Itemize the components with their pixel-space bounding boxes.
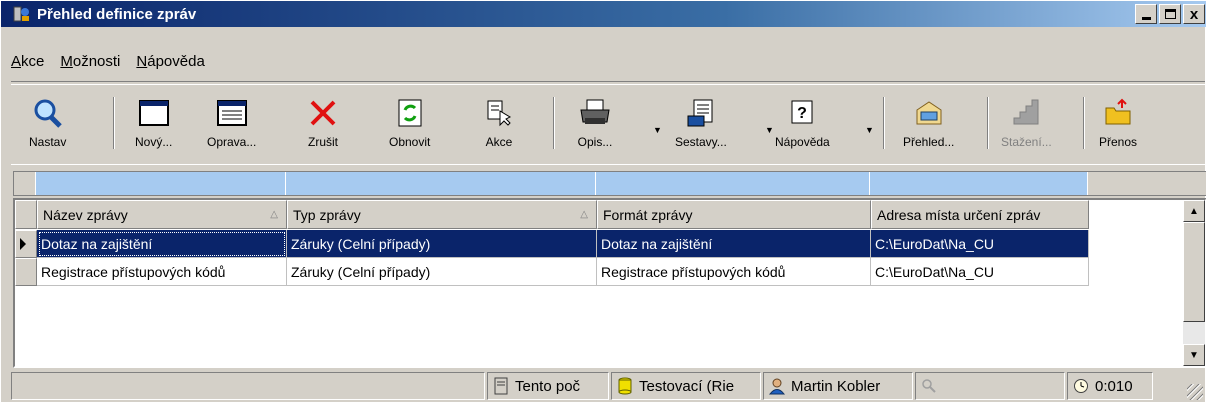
- overview-box-icon: [911, 95, 947, 131]
- clock-icon: [1072, 377, 1090, 395]
- toolbar-separator: [883, 97, 885, 149]
- sort-up-icon: △: [580, 209, 588, 220]
- cell-nazev[interactable]: Registrace přístupových kódů: [37, 258, 287, 286]
- prenos-button[interactable]: Přenos: [1099, 95, 1137, 161]
- magnifier-icon: [30, 95, 66, 131]
- cell-typ[interactable]: Záruky (Celní případy): [287, 230, 597, 258]
- toolbar-separator: [1083, 97, 1085, 149]
- cell-typ[interactable]: Záruky (Celní případy): [287, 258, 597, 286]
- obnovit-button[interactable]: Obnovit: [389, 95, 430, 161]
- minimize-button[interactable]: [1135, 4, 1157, 24]
- user-icon: [768, 377, 786, 395]
- toolbar-separator: [987, 97, 989, 149]
- cell-adresa[interactable]: C:\EuroDat\Na_CU: [871, 230, 1089, 258]
- menu-napoveda[interactable]: Nápověda: [136, 53, 204, 70]
- maximize-button[interactable]: [1159, 4, 1181, 24]
- resize-grip[interactable]: [1187, 384, 1203, 400]
- report-icon: [683, 95, 719, 131]
- maximize-icon: [1164, 9, 1176, 19]
- cell-adresa[interactable]: C:\EuroDat\Na_CU: [871, 258, 1089, 286]
- app-window: Přehled definice zpráv x Akce Možnosti N…: [0, 0, 1206, 403]
- status-bar: Tento poč Testovací (Rie Martin Kobler 0…: [11, 372, 1205, 402]
- search-icon: [920, 377, 938, 395]
- filter-indicator: [14, 172, 36, 195]
- opis-dropdown-icon[interactable]: ▼: [653, 125, 662, 135]
- status-timer: 0:010: [1067, 372, 1153, 400]
- cell-format[interactable]: Dotaz na zajištění: [597, 230, 871, 258]
- delete-x-icon: [305, 95, 341, 131]
- action-cursor-icon: [481, 95, 517, 131]
- header-nazev-zpravy[interactable]: Název zprávy △: [37, 200, 287, 229]
- arrow-down-icon: ▼: [1189, 349, 1199, 361]
- filter-row: [13, 171, 1206, 196]
- header-indicator: [15, 200, 37, 229]
- napoveda-button[interactable]: ? Nápověda: [775, 95, 830, 161]
- napoveda-dropdown-icon[interactable]: ▼: [865, 125, 874, 135]
- novy-button[interactable]: Nový...: [135, 95, 172, 161]
- menu-moznosti[interactable]: Možnosti: [60, 53, 120, 70]
- toolbar-separator: [553, 97, 555, 149]
- table-row[interactable]: Registrace přístupových kódů Záruky (Cel…: [15, 258, 1089, 286]
- transfer-folder-icon: [1100, 95, 1136, 131]
- title-bar[interactable]: Přehled definice zpráv x: [1, 1, 1206, 27]
- app-icon: [13, 5, 31, 23]
- header-typ-zpravy[interactable]: Typ zprávy △: [287, 200, 597, 229]
- menu-bar: Akce Možnosti Nápověda: [1, 49, 221, 73]
- scroll-down-button[interactable]: ▼: [1183, 344, 1205, 366]
- table-header: Název zprávy △ Typ zprávy △ Formát zprávy …: [15, 200, 1089, 229]
- filter-cell-address[interactable]: [870, 172, 1088, 195]
- status-panel-empty: [11, 372, 485, 400]
- status-user: Martin Kobler: [763, 372, 913, 400]
- printer-icon: [577, 95, 613, 131]
- nastav-button[interactable]: Nastav: [29, 95, 66, 161]
- messages-table: Název zprávy △ Typ zprávy △ Formát zprávy …: [13, 198, 1206, 368]
- oprava-button[interactable]: Oprava...: [207, 95, 256, 161]
- database-icon: [616, 377, 634, 395]
- prehled-button[interactable]: Přehled...: [903, 95, 954, 161]
- sestavy-dropdown-icon[interactable]: ▼: [765, 125, 774, 135]
- minimize-icon: [1141, 16, 1151, 20]
- filter-cell-name[interactable]: [36, 172, 286, 195]
- edit-form-icon: [214, 95, 250, 131]
- opis-button[interactable]: Opis...: [577, 95, 613, 161]
- header-format-zpravy[interactable]: Formát zprávy: [597, 200, 871, 229]
- window-title: Přehled definice zpráv: [37, 5, 197, 23]
- cell-nazev[interactable]: Dotaz na zajištění: [37, 230, 287, 258]
- status-search: [915, 372, 1065, 400]
- vertical-scrollbar[interactable]: ▲ ▼: [1183, 200, 1205, 366]
- new-window-icon: [136, 95, 172, 131]
- filter-cell-type[interactable]: [286, 172, 596, 195]
- filter-cell-format[interactable]: [596, 172, 870, 195]
- close-button[interactable]: x: [1183, 4, 1205, 24]
- cell-format[interactable]: Registrace přístupových kódů: [597, 258, 871, 286]
- toolbar: Nastav Nový... Oprava... Zrušit Obnovit …: [11, 81, 1205, 165]
- scroll-thumb[interactable]: [1183, 222, 1205, 322]
- toolbar-separator: [113, 97, 115, 149]
- header-adresa[interactable]: Adresa místa určení zpráv: [871, 200, 1089, 229]
- arrow-up-icon: ▲: [1189, 205, 1199, 217]
- close-icon: x: [1189, 5, 1199, 23]
- status-computer: Tento poč: [487, 372, 609, 400]
- scroll-up-button[interactable]: ▲: [1183, 200, 1205, 222]
- help-icon: ?: [784, 95, 820, 131]
- computer-icon: [492, 377, 510, 395]
- current-row-arrow-icon: [20, 238, 26, 250]
- zrusit-button[interactable]: Zrušit: [305, 95, 341, 161]
- akce-button[interactable]: Akce: [481, 95, 517, 161]
- table-row[interactable]: Dotaz na zajištění Záruky (Celní případy…: [15, 230, 1089, 258]
- menu-akce[interactable]: Akce: [11, 53, 44, 70]
- sestavy-button[interactable]: Sestavy...: [675, 95, 727, 161]
- sort-up-icon: △: [270, 209, 278, 220]
- stazeni-button[interactable]: Stažení...: [1001, 95, 1052, 161]
- download-stairs-icon: [1008, 95, 1044, 131]
- refresh-icon: [392, 95, 428, 131]
- row-indicator: [15, 258, 37, 286]
- status-database: Testovací (Rie: [611, 372, 761, 400]
- row-indicator: [15, 230, 37, 258]
- svg-text:?: ?: [797, 105, 807, 122]
